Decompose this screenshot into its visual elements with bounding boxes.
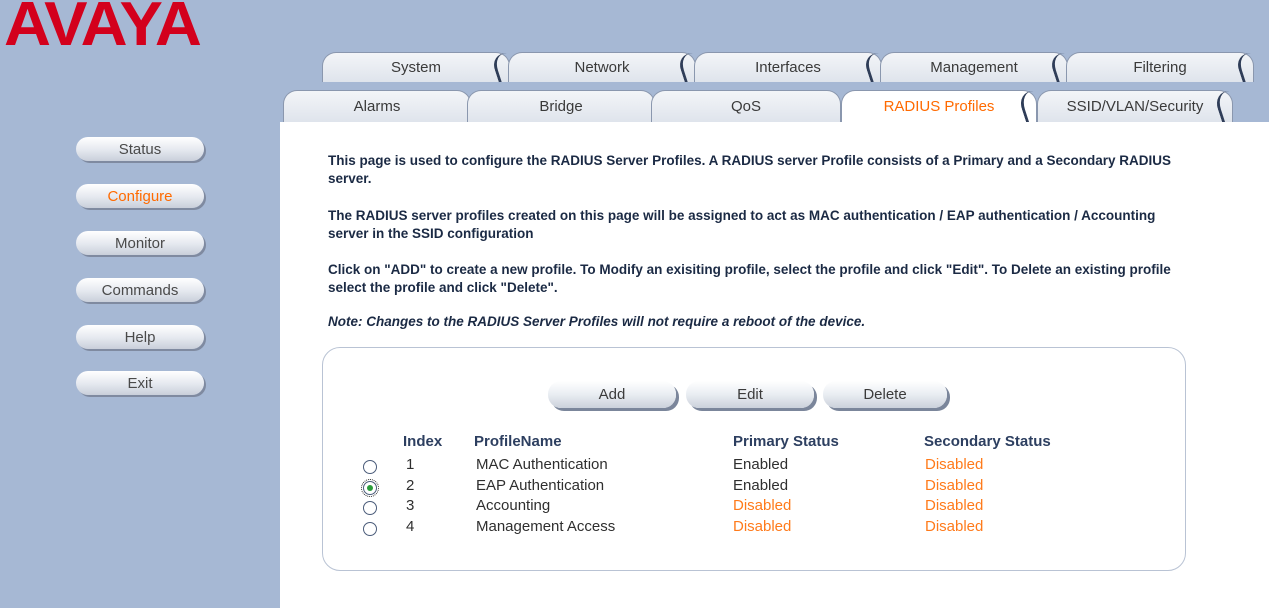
sidebar-item-help[interactable]: Help <box>76 325 204 349</box>
avaya-logo: AVAYA <box>4 0 202 59</box>
sidebar-item-exit[interactable]: Exit <box>76 371 204 395</box>
sidebar-item-commands[interactable]: Commands <box>76 278 204 302</box>
tab-label: Alarms <box>353 98 401 115</box>
tab-filtering[interactable]: Filtering <box>1066 52 1269 82</box>
note-text: Note: Changes to the RADIUS Server Profi… <box>328 314 866 329</box>
tab-bridge[interactable]: Bridge <box>467 90 655 122</box>
tab-curl-icon <box>1233 53 1269 82</box>
row-primary-status: Disabled <box>733 518 792 535</box>
tab-network[interactable]: Network <box>508 52 714 82</box>
tab-label: SSID/VLAN/Security <box>1066 98 1204 115</box>
sidebar-item-status[interactable]: Status <box>76 137 204 161</box>
profile-radio-3[interactable] <box>363 501 377 515</box>
edit-button[interactable]: Edit <box>686 381 814 408</box>
tab-alarms[interactable]: Alarms <box>283 90 471 122</box>
tab-system[interactable]: System <box>322 52 528 82</box>
row-primary-status: Disabled <box>733 497 792 514</box>
description-paragraph-3: Click on "ADD" to create a new profile. … <box>328 262 1171 295</box>
row-primary-status: Enabled <box>733 456 789 473</box>
tab-management[interactable]: Management <box>880 52 1086 82</box>
row-primary-status: Enabled <box>733 477 789 494</box>
header-secondary-status: Secondary Status <box>924 433 1051 450</box>
header-primary-status: Primary Status <box>733 433 839 450</box>
sidebar-item-monitor[interactable]: Monitor <box>76 231 204 255</box>
row-secondary-status: Disabled <box>925 497 984 514</box>
row-profile-name: MAC Authentication <box>476 456 608 473</box>
sidebar-band <box>0 0 280 608</box>
profile-radio-4[interactable] <box>363 522 377 536</box>
row-index: 1 <box>406 456 415 473</box>
sidebar-item-configure[interactable]: Configure <box>76 184 204 208</box>
row-index: 3 <box>406 497 415 514</box>
tab-label: System <box>390 59 441 76</box>
row-profile-name: Accounting <box>476 497 551 514</box>
row-secondary-status: Disabled <box>925 456 984 473</box>
description-paragraph-2: The RADIUS server profiles created on th… <box>328 208 1156 241</box>
header-profile-name: ProfileName <box>474 433 562 450</box>
row-index: 2 <box>406 477 415 494</box>
row-secondary-status: Disabled <box>925 477 984 494</box>
delete-button[interactable]: Delete <box>823 381 947 408</box>
tab-qos[interactable]: QoS <box>651 90 841 122</box>
tab-label: Management <box>930 59 1018 76</box>
row-secondary-status: Disabled <box>925 518 984 535</box>
description-paragraph-1: This page is used to configure the RADIU… <box>328 153 1171 186</box>
header-index: Index <box>403 433 443 450</box>
profile-radio-1[interactable] <box>363 460 377 474</box>
tab-label: RADIUS Profiles <box>883 98 995 115</box>
row-profile-name: EAP Authentication <box>476 477 605 494</box>
tab-label: Interfaces <box>755 59 821 76</box>
add-button[interactable]: Add <box>548 381 676 408</box>
tab-label: Bridge <box>539 98 583 115</box>
tab-interfaces[interactable]: Interfaces <box>694 52 900 82</box>
tab-ssid-vlan-security[interactable]: SSID/VLAN/Security <box>1037 90 1252 122</box>
tab-label: Filtering <box>1133 59 1187 76</box>
tab-radius-profiles[interactable]: RADIUS Profiles <box>841 90 1056 122</box>
profile-radio-2[interactable] <box>361 479 379 497</box>
row-profile-name: Management Access <box>476 518 616 535</box>
tab-label: Network <box>574 59 630 76</box>
row-index: 4 <box>406 518 415 535</box>
tab-label: QoS <box>730 98 761 115</box>
